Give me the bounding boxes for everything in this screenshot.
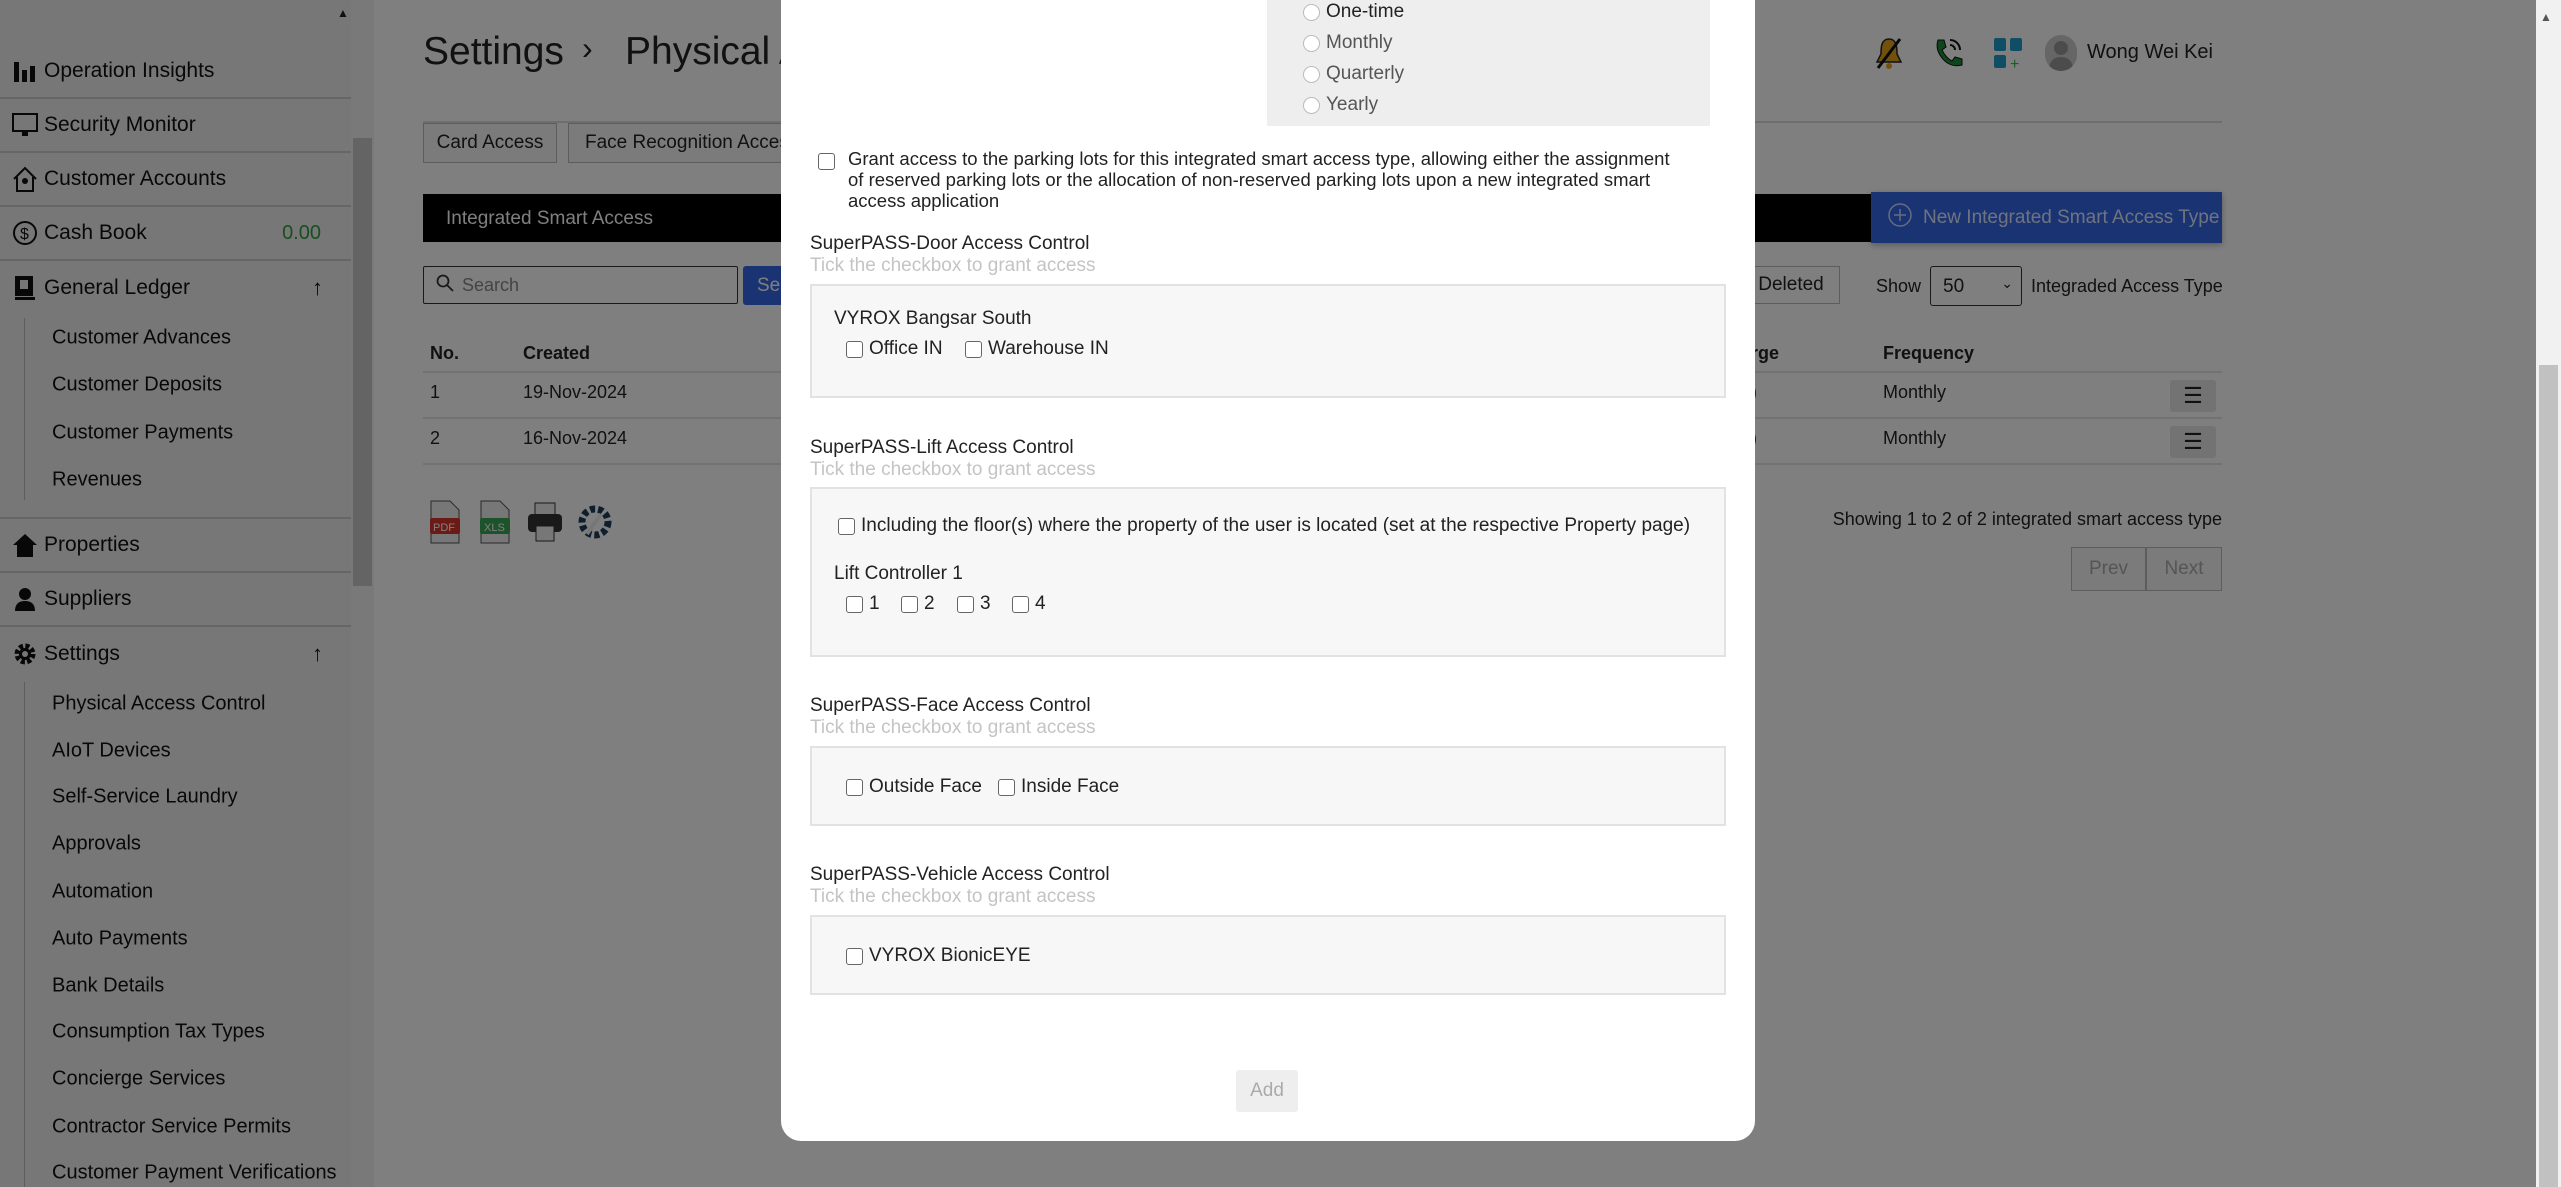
frequency-radio-monthly[interactable]: Monthly — [1303, 32, 1393, 54]
face-option-outside[interactable]: Outside Face — [846, 776, 982, 798]
checkbox-label: Inside Face — [1021, 776, 1120, 797]
lift-floor-2[interactable]: 2 — [901, 593, 935, 615]
radio-button[interactable] — [1303, 3, 1320, 21]
vehicle-section-hint: Tick the checkbox to grant access — [810, 886, 1096, 907]
face-option-inside[interactable]: Inside Face — [998, 776, 1119, 798]
checkbox[interactable] — [838, 517, 855, 535]
vehicle-access-box: VYROX BionicEYE — [810, 915, 1726, 995]
lift-controller-name: Lift Controller 1 — [834, 563, 963, 584]
parking-access-checkbox[interactable] — [818, 153, 835, 170]
door-section-hint: Tick the checkbox to grant access — [810, 255, 1096, 276]
checkbox-label: 1 — [869, 593, 880, 614]
page-scrollbar-thumb[interactable] — [2539, 365, 2558, 1187]
checkbox-label: VYROX BionicEYE — [869, 945, 1031, 966]
checkbox[interactable] — [965, 340, 982, 358]
door-site-name: VYROX Bangsar South — [834, 308, 1032, 329]
lift-include-floor-option[interactable]: Including the floor(s) where the propert… — [838, 515, 1690, 537]
checkbox[interactable] — [846, 340, 863, 358]
add-button[interactable]: Add — [1236, 1070, 1298, 1112]
checkbox-label: Outside Face — [869, 776, 982, 797]
radio-label: One-time — [1326, 1, 1405, 22]
checkbox[interactable] — [846, 778, 863, 796]
checkbox-label: 2 — [924, 593, 935, 614]
checkbox-label: 3 — [980, 593, 991, 614]
checkbox[interactable] — [846, 595, 863, 613]
page-scroll-up-arrow[interactable]: ▲ — [2540, 10, 2552, 24]
vehicle-section-title: SuperPASS-Vehicle Access Control — [810, 864, 1110, 885]
radio-button[interactable] — [1303, 96, 1320, 114]
lift-floor-1[interactable]: 1 — [846, 593, 880, 615]
checkbox[interactable] — [901, 595, 918, 613]
checkbox[interactable] — [1012, 595, 1029, 613]
checkbox-label: Including the floor(s) where the propert… — [861, 515, 1691, 536]
face-section-title: SuperPASS-Face Access Control — [810, 695, 1091, 716]
radio-button[interactable] — [1303, 65, 1320, 83]
vehicle-option-bioniceye[interactable]: VYROX BionicEYE — [846, 945, 1031, 967]
lift-floor-3[interactable]: 3 — [957, 593, 991, 615]
checkbox[interactable] — [846, 947, 863, 965]
lift-section-title: SuperPASS-Lift Access Control — [810, 437, 1074, 458]
parking-access-label: Grant access to the parking lots for thi… — [848, 148, 1670, 211]
lift-floor-4[interactable]: 4 — [1012, 593, 1046, 615]
radio-label: Quarterly — [1326, 63, 1405, 84]
door-section-title: SuperPASS-Door Access Control — [810, 233, 1090, 254]
lift-access-box: Including the floor(s) where the propert… — [810, 487, 1726, 657]
door-option-office-in[interactable]: Office IN — [846, 338, 943, 360]
face-section-hint: Tick the checkbox to grant access — [810, 717, 1096, 738]
door-access-box: VYROX Bangsar South Office IN Warehouse … — [810, 284, 1726, 398]
frequency-radio-one-time[interactable]: One-time — [1303, 1, 1404, 23]
radio-label: Monthly — [1326, 32, 1393, 53]
radio-label: Yearly — [1326, 94, 1379, 115]
frequency-radio-yearly[interactable]: Yearly — [1303, 94, 1378, 116]
frequency-radio-quarterly[interactable]: Quarterly — [1303, 63, 1404, 85]
face-access-box: Outside Face Inside Face — [810, 746, 1726, 826]
checkbox[interactable] — [998, 778, 1015, 796]
new-integrated-access-modal: One-time Monthly Quarterly Yearly Grant … — [781, 0, 1755, 1141]
door-option-warehouse-in[interactable]: Warehouse IN — [965, 338, 1109, 360]
checkbox-label: Office IN — [869, 338, 943, 359]
radio-button[interactable] — [1303, 34, 1320, 52]
checkbox-label: Warehouse IN — [988, 338, 1109, 359]
lift-section-hint: Tick the checkbox to grant access — [810, 459, 1096, 480]
checkbox-label: 4 — [1035, 593, 1046, 614]
checkbox[interactable] — [957, 595, 974, 613]
